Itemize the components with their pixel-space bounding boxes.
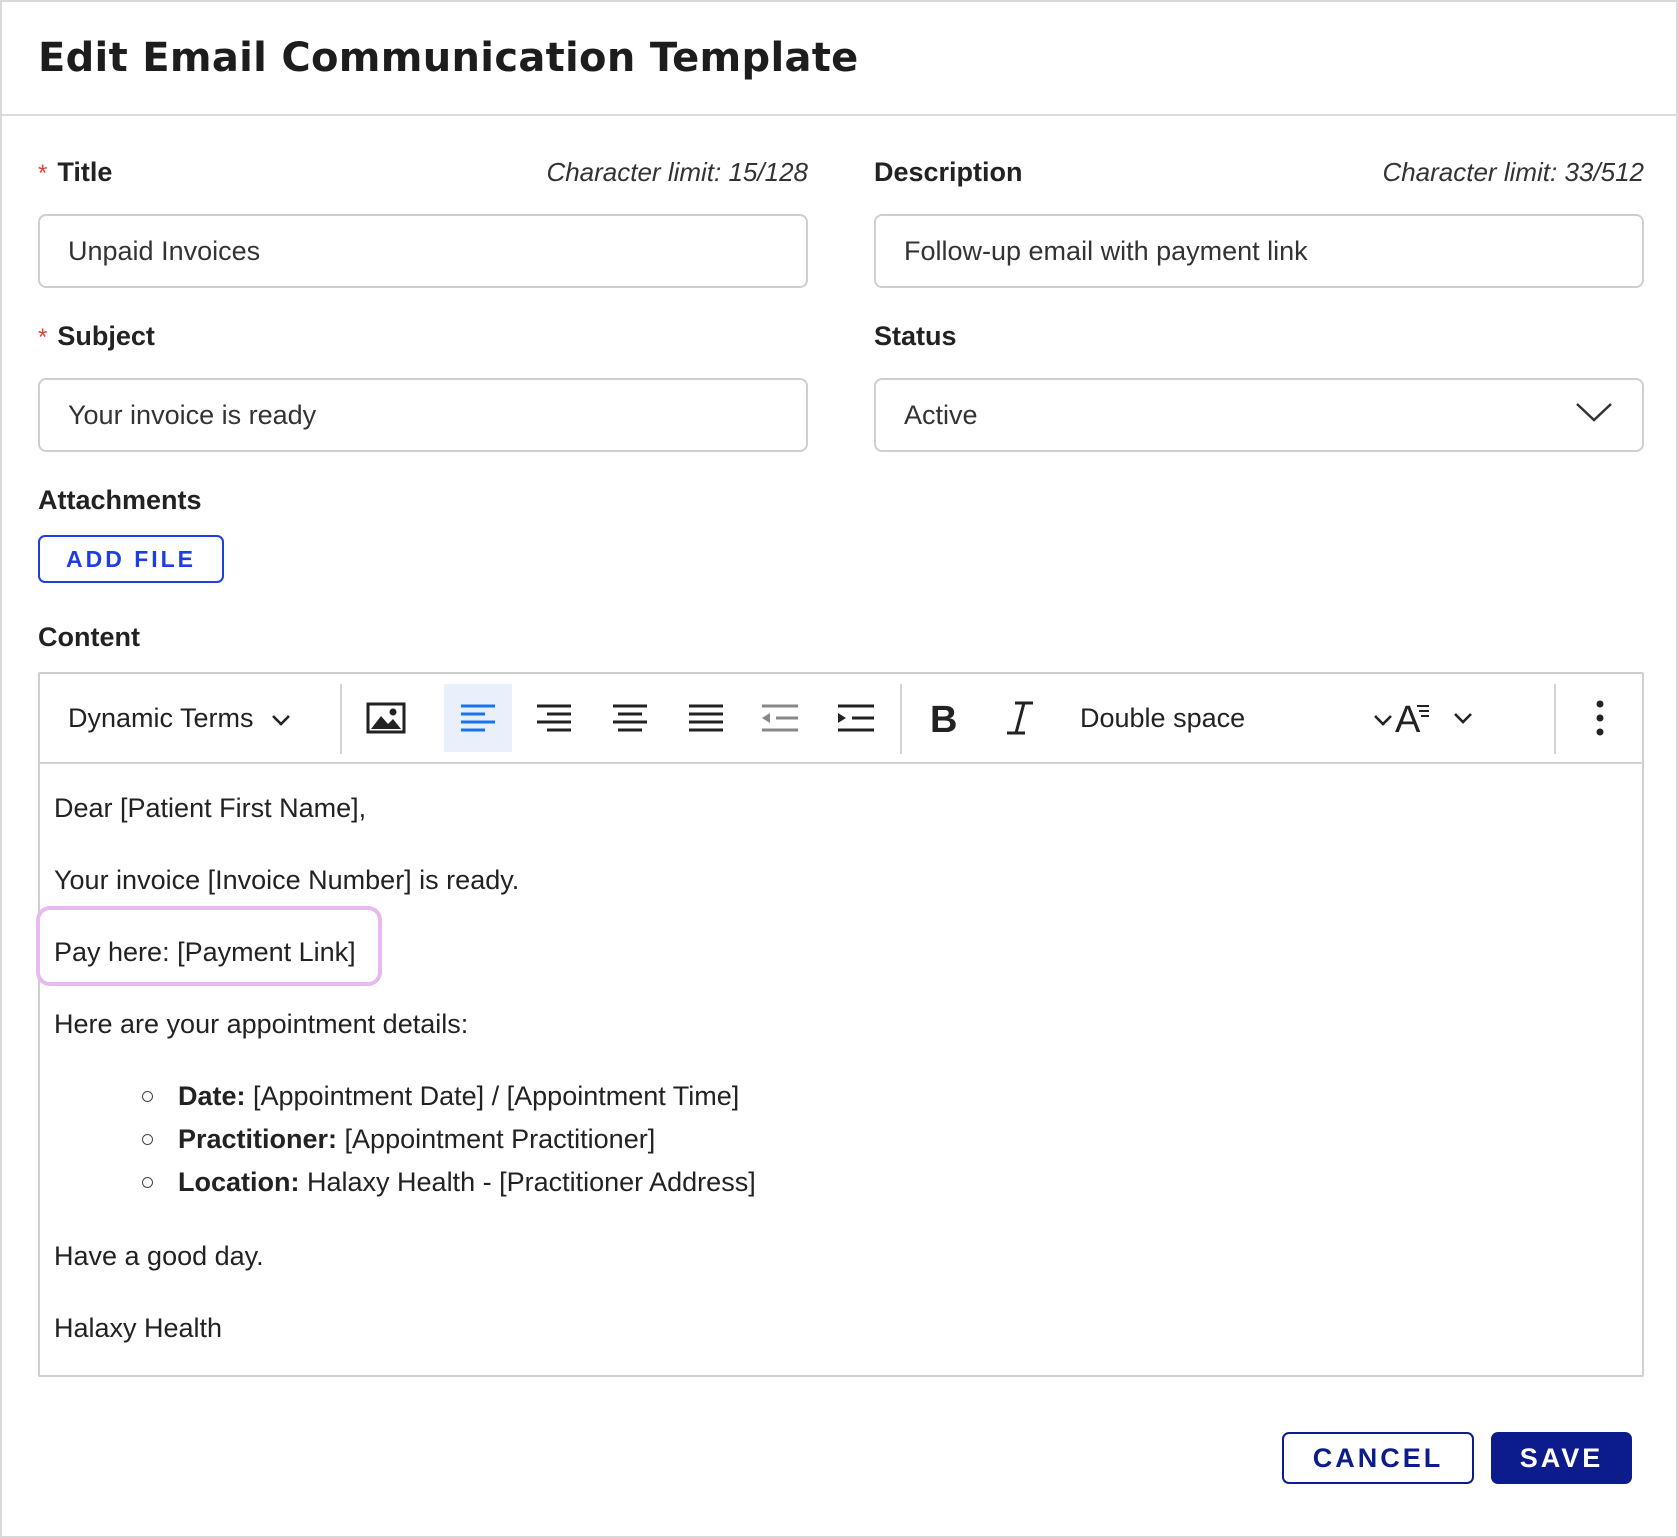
list-item: Location: Halaxy Health - [Practitioner … — [142, 1164, 1642, 1200]
text-style-dropdown[interactable]: A — [1388, 684, 1488, 752]
status-label: Status — [874, 320, 957, 351]
svg-text:B: B — [930, 700, 957, 736]
title-input[interactable]: Unpaid Invoices — [38, 214, 808, 288]
italic-icon[interactable] — [986, 684, 1054, 752]
align-right-icon[interactable] — [520, 684, 588, 752]
svg-text:A: A — [1395, 699, 1421, 738]
details-intro-line: Here are your appointment details: — [54, 1009, 469, 1039]
align-justify-icon[interactable] — [672, 684, 740, 752]
description-input-value: Follow-up email with payment link — [904, 235, 1308, 266]
subject-input-value: Your invoice is ready — [68, 399, 317, 430]
description-input[interactable]: Follow-up email with payment link — [874, 214, 1644, 288]
title-character-limit: Character limit: 15/128 — [546, 156, 808, 187]
editor-content[interactable]: Dear [Patient First Name], Your invoice … — [40, 764, 1642, 1346]
page-title: Edit Email Communication Template — [38, 35, 859, 81]
chevron-down-icon — [270, 703, 292, 734]
attachments-field: Attachments — [38, 480, 202, 520]
description-field: Description Character limit: 33/512 Foll… — [874, 152, 1644, 288]
content-field: Content — [38, 617, 140, 657]
required-mark: * — [38, 159, 48, 187]
align-left-icon[interactable] — [444, 684, 512, 752]
list-item: Date: [Appointment Date] / [Appointment … — [142, 1078, 1642, 1114]
outdent-icon[interactable] — [746, 684, 814, 752]
status-select[interactable]: Active — [874, 378, 1644, 452]
title-label: * Title — [38, 156, 113, 187]
status-field: Status Active — [874, 316, 1644, 452]
greeting-line: Dear [Patient First Name], — [54, 793, 367, 823]
required-mark: * — [38, 323, 48, 351]
add-file-button[interactable]: ADD FILE — [38, 535, 224, 583]
dynamic-terms-dropdown[interactable]: Dynamic Terms — [40, 674, 340, 762]
description-character-limit: Character limit: 33/512 — [1382, 156, 1644, 187]
line-spacing-label: Double space — [1080, 702, 1246, 733]
content-label: Content — [38, 621, 140, 652]
cancel-button[interactable]: CANCEL — [1282, 1432, 1474, 1484]
edit-template-modal: Edit Email Communication Template * Title… — [0, 0, 1678, 1538]
signature-line: Halaxy Health — [54, 1313, 223, 1343]
appointment-details-list: Date: [Appointment Date] / [Appointment … — [142, 1078, 1642, 1200]
invoice-line: Your invoice [Invoice Number] is ready. — [54, 865, 520, 895]
status-select-value: Active — [904, 399, 978, 430]
line-spacing-dropdown[interactable]: Double space — [1080, 674, 1400, 762]
toolbar-divider — [900, 684, 902, 754]
title-input-value: Unpaid Invoices — [68, 235, 261, 266]
subject-input[interactable]: Your invoice is ready — [38, 378, 808, 452]
indent-icon[interactable] — [822, 684, 890, 752]
list-item: Practitioner: [Appointment Practitioner] — [142, 1121, 1642, 1157]
toolbar-divider — [1554, 684, 1556, 754]
subject-field: * Subject Your invoice is ready — [38, 316, 808, 452]
more-icon[interactable] — [1566, 684, 1634, 752]
attachments-label: Attachments — [38, 484, 202, 515]
closing-line: Have a good day. — [54, 1241, 264, 1271]
modal-header: Edit Email Communication Template — [2, 2, 1676, 116]
image-icon[interactable] — [352, 684, 420, 752]
payment-link-line: Pay here: [Payment Link] — [54, 937, 356, 967]
align-center-icon[interactable] — [596, 684, 664, 752]
subject-label: * Subject — [38, 320, 155, 351]
description-label: Description — [874, 156, 1023, 187]
bold-icon[interactable]: B — [910, 684, 978, 752]
title-field: * Title Character limit: 15/128 Unpaid In… — [38, 152, 808, 288]
dynamic-terms-label: Dynamic Terms — [68, 702, 254, 733]
save-button[interactable]: SAVE — [1491, 1432, 1632, 1484]
toolbar-divider — [340, 684, 342, 754]
rich-text-editor: Dynamic Terms B Double space A Dear [Pat… — [36, 672, 1644, 1377]
editor-toolbar: Dynamic Terms B Double space A — [40, 674, 1642, 764]
chevron-down-icon — [1574, 400, 1614, 431]
